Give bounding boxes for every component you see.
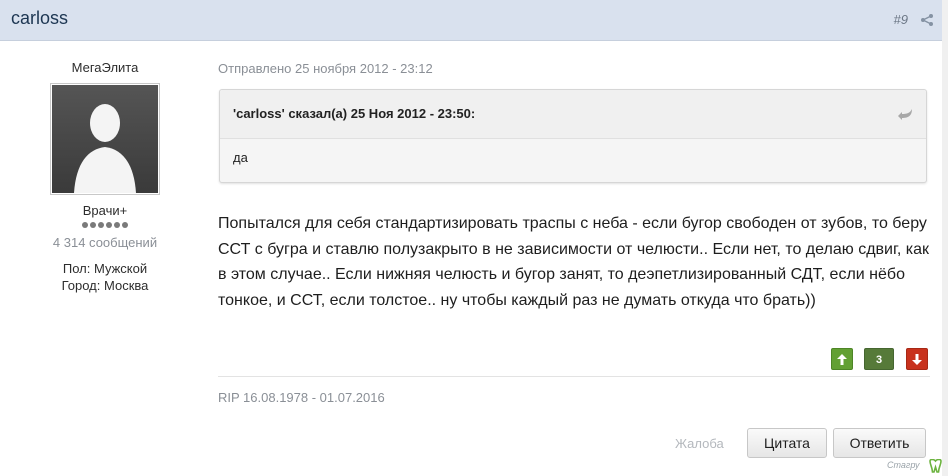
quote-body: да	[233, 150, 248, 165]
rank-pip	[90, 222, 96, 228]
quote-snapback-icon[interactable]	[898, 107, 914, 121]
brand-text: Стагру	[887, 460, 920, 470]
tooth-logo-icon	[929, 459, 942, 473]
profile-fields: Пол: Мужской Город: Москва	[30, 260, 180, 294]
gender-value: Мужской	[93, 261, 148, 276]
rank-pip	[106, 222, 112, 228]
gender-field: Пол: Мужской	[30, 260, 180, 277]
rank-pips	[30, 222, 180, 228]
post-header: carloss #9	[0, 0, 942, 41]
signature: RIP 16.08.1978 - 01.07.2016	[218, 390, 385, 405]
quote-box: 'carloss' сказал(а) 25 Ноя 2012 - 23:50:…	[219, 89, 927, 183]
rank-pip	[82, 222, 88, 228]
city-label: Город:	[61, 278, 101, 293]
report-link[interactable]: Жалоба	[675, 436, 724, 451]
city-value: Москва	[104, 278, 149, 293]
scrollbar[interactable]	[942, 0, 948, 476]
quote-citation: 'carloss' сказал(а) 25 Ноя 2012 - 23:50:	[220, 90, 926, 139]
post-body: Попытался для себя стандартизировать тра…	[218, 215, 929, 309]
author-name-link[interactable]: carloss	[11, 8, 68, 29]
share-icon[interactable]	[920, 13, 934, 27]
gender-label: Пол:	[62, 261, 91, 276]
rep-down-button[interactable]	[906, 348, 928, 370]
post-date: Отправлено 25 ноября 2012 - 23:12	[218, 61, 433, 76]
author-info: МегаЭлита Врачи+ 4 314 сообщений Пол: Му…	[30, 58, 180, 294]
member-group-title: МегаЭлита	[71, 60, 139, 75]
signature-divider	[218, 376, 930, 377]
rep-up-button[interactable]	[831, 348, 853, 370]
rank-pip	[114, 222, 120, 228]
avatar[interactable]	[50, 83, 160, 195]
arrow-down-icon	[912, 354, 922, 365]
post-number-link[interactable]: #9	[894, 12, 908, 27]
rank-pip	[98, 222, 104, 228]
arrow-up-icon	[837, 354, 847, 365]
quote-citation-text: 'carloss' сказал(а) 25 Ноя 2012 - 23:50:	[233, 106, 476, 121]
quote-button[interactable]: Цитата	[747, 428, 827, 458]
post-count: 4 314 сообщений	[52, 235, 158, 250]
reply-button[interactable]: Ответить	[833, 428, 926, 458]
city-field: Город: Москва	[30, 277, 180, 294]
reputation-count: 3	[864, 348, 894, 370]
rank-pip	[122, 222, 128, 228]
member-rank: Врачи+	[82, 203, 128, 218]
